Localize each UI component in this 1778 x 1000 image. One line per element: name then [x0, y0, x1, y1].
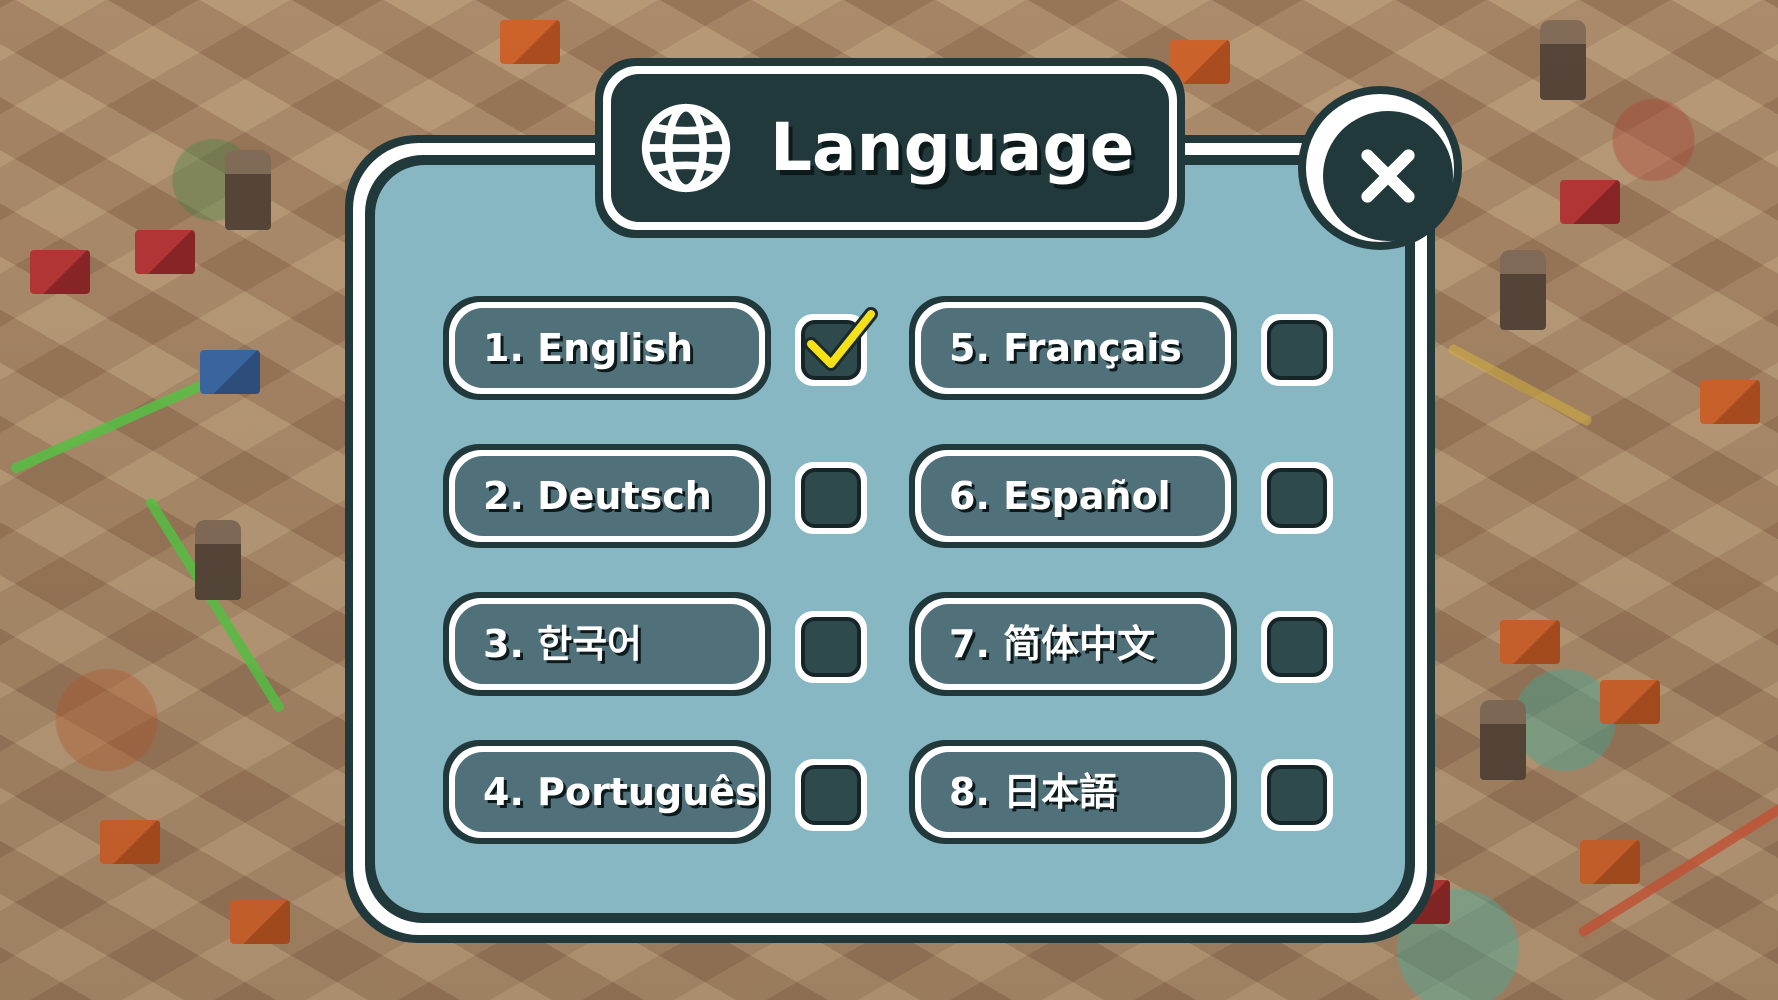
dialog-title: Language: [770, 109, 1135, 186]
language-option-french[interactable]: 5. Français: [909, 296, 1237, 400]
language-label: 1. English: [483, 326, 694, 370]
checkbox-english[interactable]: [795, 307, 878, 386]
language-label: 5. Français: [949, 326, 1182, 370]
checkbox-korean[interactable]: [795, 611, 867, 683]
language-label: 6. Español: [949, 474, 1171, 518]
language-option-deutsch[interactable]: 2. Deutsch: [443, 444, 771, 548]
checkbox-deutsch[interactable]: [795, 462, 867, 534]
language-label: 8. 日本語: [949, 770, 1118, 814]
checkmark-icon: [804, 307, 878, 371]
language-option-english[interactable]: 1. English: [443, 296, 771, 400]
language-option-simplified-chinese[interactable]: 7. 简体中文: [909, 592, 1237, 696]
language-label: 3. 한국어: [483, 622, 642, 666]
checkbox-french[interactable]: [1261, 314, 1333, 386]
language-option-korean[interactable]: 3. 한국어: [443, 592, 771, 696]
language-label: 4. Português: [483, 770, 758, 814]
checkbox-portuguese[interactable]: [795, 759, 867, 831]
language-label: 2. Deutsch: [483, 474, 712, 518]
language-option-japanese[interactable]: 8. 日本語: [909, 740, 1237, 844]
language-label: 7. 简体中文: [949, 622, 1156, 666]
checkbox-spanish[interactable]: [1261, 462, 1333, 534]
globe-icon: [641, 103, 731, 193]
language-option-spanish[interactable]: 6. Español: [909, 444, 1237, 548]
checkbox-simplified-chinese[interactable]: [1261, 611, 1333, 683]
close-button[interactable]: [1298, 86, 1462, 250]
checkbox-japanese[interactable]: [1261, 759, 1333, 831]
language-option-portuguese[interactable]: 4. Português: [443, 740, 771, 844]
close-icon: [1361, 149, 1415, 203]
